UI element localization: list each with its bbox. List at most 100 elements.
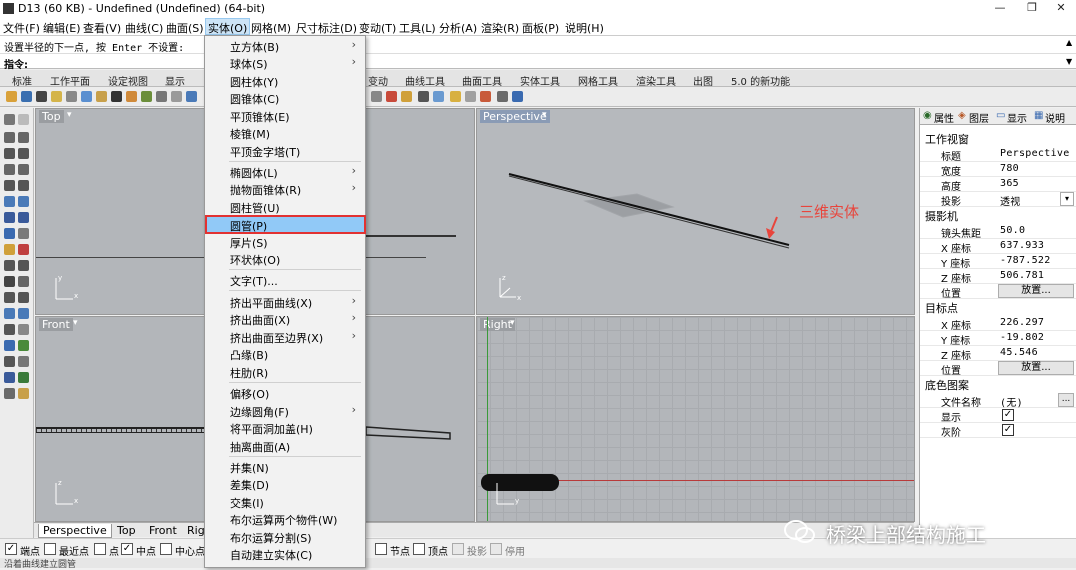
menu-item-ellipsoid[interactable]: 椭圆体(L) › xyxy=(206,163,364,180)
zoom-icon[interactable] xyxy=(186,91,197,102)
panel-tab-help[interactable]: 说明 xyxy=(1045,110,1065,125)
viewport-right-dropdown-icon[interactable]: ▾ xyxy=(510,318,515,328)
menu-item-difference[interactable]: 差集(D) xyxy=(206,475,364,492)
menu-surface[interactable]: 曲面(S) xyxy=(166,20,204,36)
dimension-icon[interactable] xyxy=(18,324,29,335)
print-icon[interactable] xyxy=(51,91,62,102)
viewport-perspective[interactable]: Perspective ▾ 三维实体 zx xyxy=(476,108,915,315)
menu-item-fillet-edge[interactable]: 边缘圆角(F) › xyxy=(206,402,364,419)
close-button[interactable]: ✕ xyxy=(1046,1,1076,17)
tab-surface-tools[interactable]: 曲面工具 xyxy=(462,73,502,88)
osnap-knot-checkbox[interactable] xyxy=(375,543,387,555)
circle-icon[interactable] xyxy=(4,148,15,159)
polyline-icon[interactable] xyxy=(18,132,29,143)
menu-item-text[interactable]: 文字(T)... xyxy=(206,271,364,288)
open-file-icon[interactable] xyxy=(21,91,32,102)
menu-item-cap[interactable]: 将平面洞加盖(H) xyxy=(206,419,364,436)
osnap-disable-checkbox[interactable] xyxy=(490,543,502,555)
projection-dropdown-icon[interactable]: ▾ xyxy=(1060,192,1074,206)
polygon-icon[interactable] xyxy=(4,180,15,191)
menu-item-truncated-cone[interactable]: 平顶锥体(E) xyxy=(206,107,364,124)
maximize-button[interactable]: ❐ xyxy=(1017,1,1047,17)
browse-file-button[interactable]: ... xyxy=(1058,393,1074,407)
tab-mesh-tools[interactable]: 网格工具 xyxy=(578,73,618,88)
analyze-icon[interactable] xyxy=(4,372,15,383)
menu-panels[interactable]: 面板(P) xyxy=(522,20,559,36)
viewport-right[interactable]: Right ▾ y xyxy=(476,316,915,522)
prop-camera-z-value[interactable]: 506.781 xyxy=(1000,270,1044,281)
grayscale-checkbox[interactable]: ✓ xyxy=(1002,424,1014,436)
command-prompt[interactable]: 指令: xyxy=(4,56,28,71)
save-icon[interactable] xyxy=(36,91,47,102)
prop-title-value[interactable]: Perspective xyxy=(1000,148,1070,159)
box-icon[interactable] xyxy=(4,212,15,223)
shade-icon[interactable] xyxy=(418,91,429,102)
menu-item-intersection[interactable]: 交集(I) xyxy=(206,493,364,510)
menu-analyze[interactable]: 分析(A) xyxy=(439,20,477,36)
prop-target-x-value[interactable]: 226.297 xyxy=(1000,317,1044,328)
light-icon[interactable] xyxy=(450,91,461,102)
vp-tab-front[interactable]: Front xyxy=(145,524,181,537)
lock-icon[interactable] xyxy=(18,340,29,351)
join-icon[interactable] xyxy=(18,260,29,271)
tab-transform[interactable]: 变动 xyxy=(368,73,388,88)
point-icon[interactable] xyxy=(18,114,29,125)
tab-curve-tools[interactable]: 曲线工具 xyxy=(405,73,445,88)
copy-icon[interactable] xyxy=(96,91,107,102)
osnap-end-checkbox[interactable]: ✓ xyxy=(5,543,17,555)
ellipse-icon[interactable] xyxy=(4,164,15,175)
render-icon[interactable] xyxy=(433,91,444,102)
menu-item-pyramid[interactable]: 棱锥(M) xyxy=(206,124,364,141)
menu-item-boolean-two-objects[interactable]: 布尔运算两个物件(W) xyxy=(206,510,364,527)
scale-icon[interactable] xyxy=(18,292,29,303)
select-arrow-icon[interactable] xyxy=(4,114,15,125)
menu-render[interactable]: 渲染(R) xyxy=(481,20,519,36)
menu-item-boolean-split[interactable]: 布尔运算分割(S) xyxy=(206,528,364,545)
menu-item-offset[interactable]: 偏移(O) xyxy=(206,384,364,401)
menu-item-union[interactable]: 并集(N) xyxy=(206,458,364,475)
rectangle-icon[interactable] xyxy=(18,164,29,175)
brush-icon[interactable] xyxy=(480,91,491,102)
mesh-icon[interactable] xyxy=(4,228,15,239)
arc-icon[interactable] xyxy=(18,148,29,159)
prop-height-value[interactable]: 365 xyxy=(1000,178,1019,189)
cut-icon[interactable] xyxy=(81,91,92,102)
camera-place-button[interactable]: 放置... xyxy=(998,284,1074,298)
menu-item-slab[interactable]: 厚片(S) xyxy=(206,233,364,250)
menu-item-truncated-pyramid[interactable]: 平顶金字塔(T) xyxy=(206,142,364,159)
menu-file[interactable]: 文件(F) xyxy=(3,20,40,36)
group-icon[interactable] xyxy=(4,340,15,351)
prop-width-value[interactable]: 780 xyxy=(1000,163,1019,174)
select-icon[interactable] xyxy=(386,91,397,102)
menu-item-tube[interactable]: 圆柱管(U) xyxy=(206,198,364,215)
show-checkbox[interactable]: ✓ xyxy=(1002,409,1014,421)
menu-dimension[interactable]: 尺寸标注(D) xyxy=(296,20,357,36)
surface-icon[interactable] xyxy=(4,196,15,207)
render-preview-icon[interactable] xyxy=(18,388,29,399)
scroll-up-icon[interactable]: ▲ xyxy=(1066,38,1072,47)
menu-item-extrude-planar-curve[interactable]: 挤出平面曲线(X) › xyxy=(206,293,364,310)
boolean-icon[interactable] xyxy=(18,228,29,239)
tab-standard[interactable]: 标准 xyxy=(12,73,32,88)
menu-view[interactable]: 查看(V) xyxy=(83,20,121,36)
move-icon[interactable] xyxy=(4,276,15,287)
viewport-front-dropdown-icon[interactable]: ▾ xyxy=(73,318,78,328)
osnap-point-checkbox[interactable] xyxy=(94,543,106,555)
help-icon[interactable] xyxy=(512,91,523,102)
osnap-near-checkbox[interactable] xyxy=(44,543,56,555)
menu-edit[interactable]: 编辑(E) xyxy=(43,20,81,36)
fillet-icon[interactable] xyxy=(4,244,15,255)
tab-new-in-v5[interactable]: 5.0 的新功能 xyxy=(731,73,790,88)
target-place-button[interactable]: 放置... xyxy=(998,361,1074,375)
menu-mesh[interactable]: 网格(M) xyxy=(251,20,291,36)
menu-item-rib[interactable]: 柱肋(R) xyxy=(206,363,364,380)
pin-icon[interactable] xyxy=(497,91,508,102)
layout-icon[interactable] xyxy=(18,356,29,367)
trim-icon[interactable] xyxy=(18,244,29,255)
layer-icon[interactable] xyxy=(401,91,412,102)
prop-camera-y-value[interactable]: -787.522 xyxy=(1000,255,1051,266)
redo-icon[interactable] xyxy=(141,91,152,102)
menu-item-sphere[interactable]: 球体(S) › xyxy=(206,54,364,71)
loft-icon[interactable] xyxy=(18,196,29,207)
array-icon[interactable] xyxy=(18,308,29,319)
